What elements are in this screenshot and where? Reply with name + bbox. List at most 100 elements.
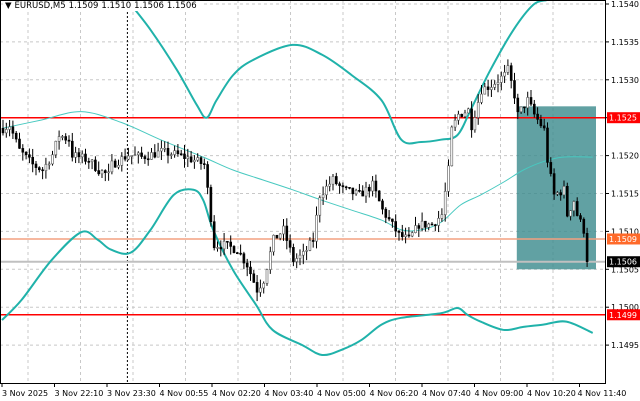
candle bbox=[44, 157, 48, 179]
high-price: 1.1510 bbox=[101, 1, 132, 11]
candle-body-bull bbox=[298, 254, 302, 259]
candle bbox=[71, 132, 74, 162]
candle-body-bull bbox=[44, 164, 48, 171]
candle-body-bear bbox=[377, 190, 381, 202]
candle-body-bear bbox=[14, 132, 18, 140]
y-tick-label: 1.1520 bbox=[611, 152, 639, 161]
candle bbox=[282, 218, 285, 241]
candle-body-bull bbox=[150, 152, 153, 160]
x-tick-label: 3 Nov 23:30 bbox=[107, 389, 156, 398]
candle-body-bear bbox=[552, 173, 556, 195]
candle-body-bull bbox=[8, 126, 11, 130]
candle bbox=[585, 227, 589, 267]
candle bbox=[348, 187, 351, 190]
range-rectangle[interactable] bbox=[516, 106, 596, 270]
candle bbox=[249, 260, 252, 281]
chart-header: ▼ EURUSD,M5 1.1509 1.1510 1.1506 1.1506 bbox=[3, 1, 202, 11]
candle-body-bear bbox=[381, 200, 384, 210]
candle-body-bull bbox=[562, 186, 566, 196]
candle-body-bull bbox=[278, 233, 282, 239]
candle bbox=[255, 275, 259, 302]
price-tag-label: 1.1509 bbox=[609, 235, 637, 244]
candle-body-bull bbox=[450, 126, 454, 167]
candle bbox=[51, 150, 54, 166]
candle bbox=[37, 166, 41, 173]
candle bbox=[457, 110, 460, 125]
x-tick-label: 4 Nov 10:20 bbox=[527, 389, 576, 398]
candle-body-bull bbox=[268, 251, 272, 270]
candle-body-bear bbox=[361, 190, 365, 197]
candle-body-bull bbox=[447, 165, 450, 192]
candle bbox=[232, 245, 236, 254]
candle-body-bear bbox=[575, 201, 579, 216]
x-tick-label: 4 Nov 02:20 bbox=[212, 389, 261, 398]
candle bbox=[443, 182, 447, 222]
candle-body-bear bbox=[252, 273, 256, 283]
candle-body-bear bbox=[209, 187, 213, 222]
candle-body-bull bbox=[90, 159, 94, 162]
candle-body-bear bbox=[394, 221, 398, 232]
price-chart[interactable]: 1.1540 1.1535 1.1530 1.1525 1.1520 1.1515 1.15… bbox=[0, 0, 640, 401]
candle-body-bull bbox=[440, 214, 444, 219]
candle bbox=[179, 149, 183, 156]
candle-body-bear bbox=[37, 167, 41, 171]
candle-body-bull bbox=[265, 269, 269, 284]
candle-body-bear bbox=[229, 241, 232, 247]
candle-body-bear bbox=[407, 234, 411, 237]
candle bbox=[153, 144, 157, 159]
candle-body-bear bbox=[367, 186, 371, 192]
candle-body-bear bbox=[104, 170, 107, 173]
candle-body-bear bbox=[84, 153, 87, 162]
candle-body-bear bbox=[288, 240, 292, 248]
x-tick-label: 4 Nov 09:00 bbox=[475, 389, 524, 398]
y-tick-label: 1.1535 bbox=[611, 38, 639, 47]
candle-body-bear bbox=[239, 252, 242, 255]
candle-body-bear bbox=[24, 151, 28, 155]
candle bbox=[262, 281, 266, 294]
horizontal-levels bbox=[0, 116, 605, 316]
candle-body-bull bbox=[47, 163, 51, 166]
candle-body-bull bbox=[137, 152, 140, 156]
candle-body-bear bbox=[292, 247, 295, 262]
candle-body-bear bbox=[400, 232, 404, 237]
candle bbox=[490, 79, 493, 97]
candle bbox=[140, 146, 143, 159]
candle-body-bull bbox=[186, 156, 190, 159]
candle-body-bear bbox=[549, 162, 553, 174]
candle-body-bear bbox=[424, 220, 427, 228]
candle-body-bull bbox=[453, 119, 457, 128]
candle bbox=[265, 268, 269, 286]
candle bbox=[203, 158, 206, 170]
price-tag-label: 1.1499 bbox=[609, 311, 637, 320]
candle-body-bull bbox=[410, 232, 414, 237]
candle-body-bear bbox=[338, 183, 341, 186]
triangle-down-icon[interactable]: ▼ bbox=[5, 1, 12, 11]
bollinger-lower-band bbox=[1, 188, 594, 357]
candle-body-bear bbox=[183, 153, 186, 159]
candle-body-bull bbox=[480, 93, 483, 103]
candle bbox=[440, 208, 444, 222]
candle-body-bear bbox=[470, 108, 473, 131]
candle bbox=[41, 167, 44, 180]
candle bbox=[252, 270, 256, 283]
candle-body-bull bbox=[110, 160, 114, 173]
close-price: 1.1506 bbox=[166, 1, 197, 11]
candle bbox=[5, 122, 8, 138]
candle-body-bull bbox=[61, 136, 64, 138]
candle-body-bear bbox=[245, 262, 249, 268]
candle-body-bear bbox=[199, 157, 203, 164]
candle bbox=[298, 249, 302, 266]
candle bbox=[334, 172, 338, 186]
candle bbox=[209, 184, 213, 227]
candle bbox=[453, 114, 457, 131]
candle bbox=[513, 72, 516, 105]
candle-body-bear bbox=[212, 221, 216, 249]
candle bbox=[133, 146, 137, 157]
candle-body-bear bbox=[189, 156, 193, 163]
candle-body-bear bbox=[67, 139, 71, 142]
candle bbox=[100, 169, 104, 178]
candle-body-bull bbox=[117, 164, 120, 168]
candle bbox=[288, 234, 292, 253]
candle-body-bear bbox=[539, 119, 543, 127]
candle-body-bear bbox=[358, 190, 361, 192]
